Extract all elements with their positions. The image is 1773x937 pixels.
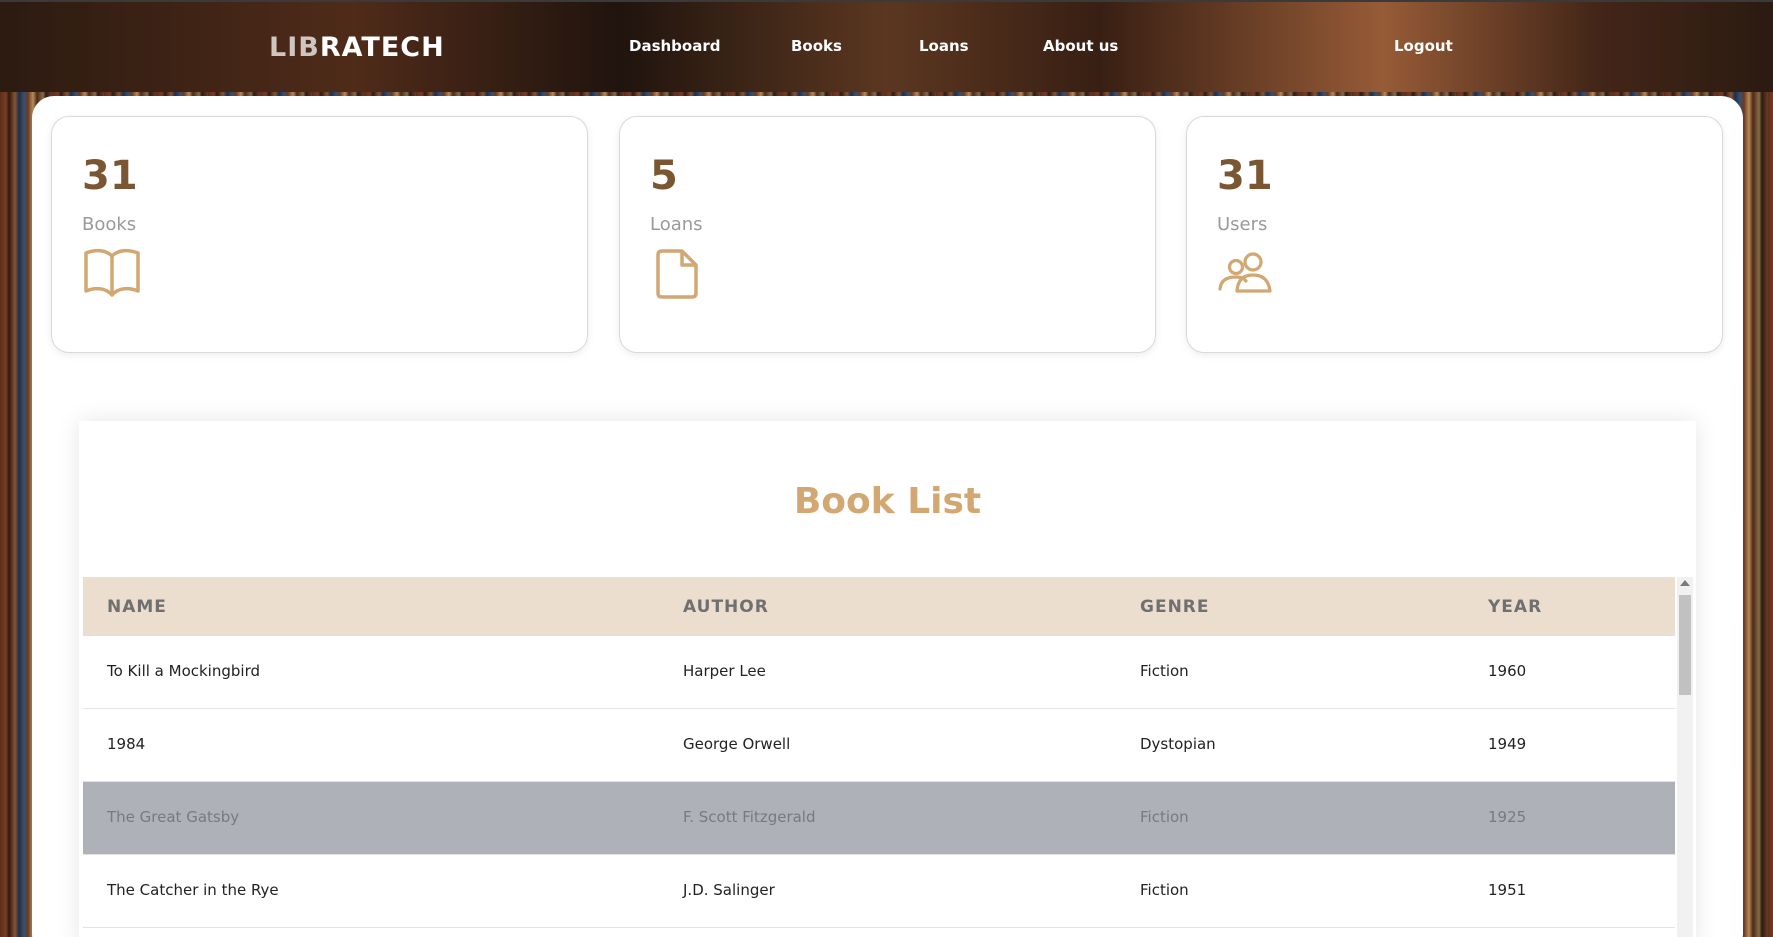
nav-dashboard[interactable]: Dashboard	[629, 37, 720, 55]
book-list-title: Book List	[793, 481, 982, 522]
cell-genre: Fiction	[1140, 662, 1189, 680]
users-icon	[1218, 252, 1272, 293]
table-row[interactable]: To Kill a Mockingbird Harper Lee Fiction…	[83, 636, 1675, 709]
table-scrollbar[interactable]	[1677, 577, 1693, 937]
cell-genre: Fiction	[1140, 881, 1189, 899]
stat-card-loans: 5 Loans	[619, 116, 1156, 353]
top-navbar: LIBRATECH Dashboard Books Loans About us…	[0, 0, 1773, 90]
stat-card-books: 31 Books	[51, 116, 588, 353]
cell-author: F. Scott Fitzgerald	[683, 808, 816, 826]
stat-value: 31	[82, 153, 138, 199]
cell-author: Harper Lee	[683, 662, 766, 680]
cell-name: To Kill a Mockingbird	[107, 662, 260, 680]
stat-value: 31	[1217, 153, 1273, 199]
table-row-selected[interactable]: The Great Gatsby F. Scott Fitzgerald Fic…	[83, 782, 1675, 855]
cell-year: 1951	[1488, 881, 1527, 899]
cell-name: The Great Gatsby	[107, 808, 240, 826]
logout-link[interactable]: Logout	[1394, 37, 1453, 55]
logo[interactable]: LIBRATECH	[269, 32, 445, 63]
open-book-icon	[84, 248, 140, 297]
column-header-author[interactable]: AUTHOR	[683, 597, 769, 617]
nav-loans[interactable]: Loans	[919, 37, 969, 55]
nav-books[interactable]: Books	[791, 37, 842, 55]
column-header-name[interactable]: NAME	[107, 597, 167, 617]
cell-name: 1984	[107, 735, 146, 753]
document-icon	[656, 249, 698, 299]
cell-genre: Dystopian	[1140, 735, 1216, 753]
cell-year: 1925	[1488, 808, 1527, 826]
cell-genre: Fiction	[1140, 808, 1189, 826]
stat-label: Loans	[650, 214, 703, 235]
stat-label: Users	[1217, 214, 1268, 235]
table-row[interactable]: 1984 George Orwell Dystopian 1949	[83, 709, 1675, 782]
nav-about-us[interactable]: About us	[1043, 37, 1118, 55]
cell-name: The Catcher in the Rye	[107, 881, 279, 899]
book-list-section: Book List NAME AUTHOR GENRE YEAR To Kill…	[79, 421, 1696, 937]
stat-value: 5	[650, 153, 678, 199]
scrollbar-thumb[interactable]	[1679, 595, 1691, 695]
book-table: NAME AUTHOR GENRE YEAR To Kill a Mocking…	[83, 577, 1675, 928]
scroll-up-arrow-icon[interactable]	[1680, 580, 1690, 586]
column-header-genre[interactable]: GENRE	[1140, 597, 1210, 617]
cell-author: J.D. Salinger	[683, 881, 775, 899]
stat-card-users: 31 Users	[1186, 116, 1723, 353]
cell-author: George Orwell	[683, 735, 791, 753]
cell-year: 1960	[1488, 662, 1527, 680]
column-header-year[interactable]: YEAR	[1488, 597, 1542, 617]
table-row[interactable]: The Catcher in the Rye J.D. Salinger Fic…	[83, 855, 1675, 928]
cell-year: 1949	[1488, 735, 1527, 753]
table-header: NAME AUTHOR GENRE YEAR	[83, 577, 1675, 636]
stat-label: Books	[82, 214, 137, 235]
